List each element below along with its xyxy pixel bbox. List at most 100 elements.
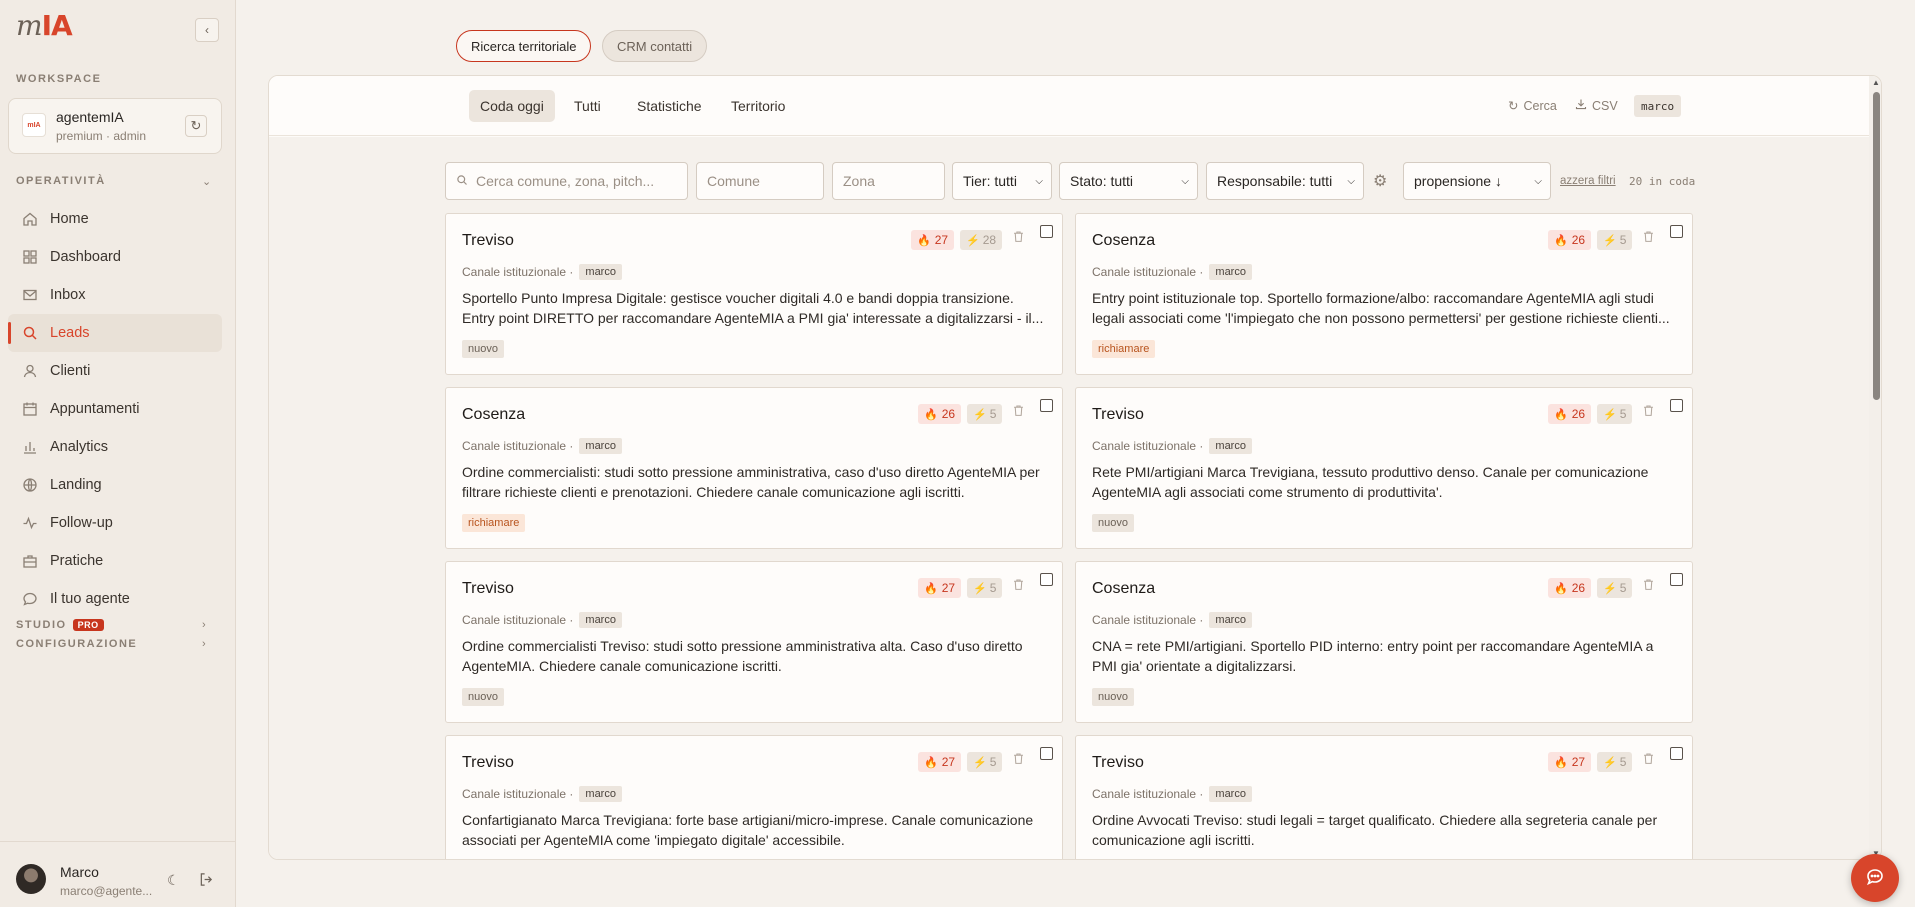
trash-icon[interactable] — [1012, 404, 1025, 420]
trash-icon[interactable] — [1012, 230, 1025, 246]
tier-select[interactable]: Tier: tutti ⌵ — [952, 162, 1052, 200]
sidebar-item-label: Inbox — [50, 287, 86, 303]
sidebar-item-pratiche[interactable]: Pratiche — [8, 542, 222, 580]
moon-icon[interactable]: ☾ — [167, 872, 180, 889]
sidebar-item-clienti[interactable]: Clienti — [8, 352, 222, 390]
studio-section[interactable]: STUDIO PRO — [16, 619, 104, 631]
tab-ricerca-territoriale[interactable]: Ricerca territoriale — [456, 30, 592, 62]
lead-card[interactable]: Treviso Canale istituzionale · marco Ret… — [1075, 387, 1693, 549]
card-channel: Canale istituzionale · marco — [462, 786, 622, 802]
card-description: Confartigianato Marca Trevigiana: forte … — [462, 812, 1034, 848]
responsabile-select-value: Responsabile: tutti — [1217, 173, 1333, 189]
search-field[interactable]: Cerca comune, zona, pitch... — [445, 162, 688, 200]
lead-card[interactable]: Treviso Canale istituzionale · marco Ord… — [1075, 735, 1693, 859]
sidebar-item-leads[interactable]: Leads — [8, 314, 222, 352]
propensity-score-value: 27 — [941, 755, 956, 769]
scrollbar[interactable]: ▲ ▼ — [1869, 76, 1881, 859]
propensity-score: 🔥 26 — [1548, 404, 1592, 424]
workspace-card[interactable]: mIA agentemIA premium · admin ↻ — [8, 98, 222, 154]
collapse-sidebar-button[interactable]: ‹ — [195, 18, 219, 42]
lead-card[interactable]: Cosenza Canale istituzionale · marco Ord… — [445, 387, 1063, 549]
queue-count: 20 in coda — [1629, 175, 1696, 188]
scroll-up-arrow[interactable]: ▲ — [1872, 78, 1880, 87]
propensity-score-value: 26 — [1571, 233, 1586, 247]
refresh-workspace-button[interactable]: ↻ — [185, 115, 207, 137]
lead-card[interactable]: Treviso Canale istituzionale · marco Con… — [445, 735, 1063, 859]
card-city: Cosenza — [1092, 580, 1156, 597]
sidebar-item-appuntamenti[interactable]: Appuntamenti — [8, 390, 222, 428]
tab-territorio[interactable]: Territorio — [720, 90, 796, 122]
lead-card[interactable]: Treviso Canale istituzionale · marco Ord… — [445, 561, 1063, 723]
card-channel: Canale istituzionale · marco — [462, 438, 622, 454]
search-button[interactable]: ↻ Cerca — [1508, 98, 1557, 114]
select-checkbox[interactable] — [1670, 399, 1683, 412]
secondary-score-value: 28 — [982, 233, 997, 247]
chevron-right-icon[interactable]: › — [202, 619, 206, 631]
trash-icon[interactable] — [1642, 752, 1655, 768]
owner-tag: marco — [1209, 264, 1252, 280]
chevron-down-icon[interactable]: ⌄ — [202, 175, 211, 188]
secondary-score: ⚡ 5 — [967, 578, 1003, 598]
propensity-score-value: 26 — [1571, 407, 1586, 421]
sidebar-item-dashboard[interactable]: Dashboard — [8, 238, 222, 276]
user-tag[interactable]: marco — [1634, 95, 1682, 117]
select-checkbox[interactable] — [1040, 747, 1053, 760]
flame-icon: 🔥 — [924, 582, 938, 595]
trash-icon[interactable] — [1642, 578, 1655, 594]
operativita-label[interactable]: OPERATIVITÀ — [16, 175, 106, 187]
tab-statistiche[interactable]: Statistiche — [626, 90, 713, 122]
chevron-right-icon[interactable]: › — [202, 638, 206, 650]
configurazione-label[interactable]: CONFIGURAZIONE — [16, 638, 137, 650]
avatar[interactable] — [16, 864, 46, 894]
sidebar-item-inbox[interactable]: Inbox — [8, 276, 222, 314]
channel-label: Canale istituzionale · — [1092, 613, 1204, 627]
tab-crm-contatti[interactable]: CRM contatti — [602, 30, 708, 62]
status-badge: nuovo — [462, 688, 504, 706]
card-city: Cosenza — [462, 406, 526, 423]
stato-select-value: Stato: tutti — [1070, 173, 1134, 189]
select-checkbox[interactable] — [1040, 573, 1053, 586]
sidebar-item-il-tuo-agente[interactable]: Il tuo agente — [8, 580, 222, 618]
flame-icon: 🔥 — [1554, 234, 1568, 247]
channel-label: Canale istituzionale · — [1092, 787, 1204, 801]
sort-select[interactable]: propensione ↓ ⌵ — [1403, 162, 1551, 200]
tab-coda-oggi[interactable]: Coda oggi — [469, 90, 555, 122]
stato-select[interactable]: Stato: tutti ⌵ — [1059, 162, 1198, 200]
brand-logo[interactable]: m IA — [16, 9, 73, 42]
zona-input[interactable]: Zona — [832, 162, 945, 200]
chat-button[interactable] — [1851, 854, 1899, 902]
sidebar-item-home[interactable]: Home — [8, 200, 222, 238]
logout-icon[interactable] — [199, 872, 214, 890]
select-checkbox[interactable] — [1670, 573, 1683, 586]
trash-icon[interactable] — [1012, 578, 1025, 594]
lead-card[interactable]: Treviso Canale istituzionale · marco Spo… — [445, 213, 1063, 375]
select-checkbox[interactable] — [1040, 399, 1053, 412]
secondary-score-value: 5 — [1619, 581, 1627, 595]
sidebar-item-label: Home — [50, 211, 89, 227]
gear-icon[interactable]: ⚙ — [1373, 171, 1387, 191]
sidebar-item-landing[interactable]: Landing — [8, 466, 222, 504]
lead-card[interactable]: Cosenza Canale istituzionale · marco CNA… — [1075, 561, 1693, 723]
trash-icon[interactable] — [1642, 230, 1655, 246]
select-checkbox[interactable] — [1670, 747, 1683, 760]
channel-label: Canale istituzionale · — [462, 265, 574, 279]
flame-icon: 🔥 — [924, 756, 938, 769]
select-checkbox[interactable] — [1040, 225, 1053, 238]
comune-input[interactable]: Comune — [696, 162, 824, 200]
globe-icon — [22, 477, 38, 493]
select-checkbox[interactable] — [1670, 225, 1683, 238]
flame-icon: 🔥 — [1554, 756, 1568, 769]
trash-icon[interactable] — [1012, 752, 1025, 768]
scroll-thumb[interactable] — [1873, 92, 1880, 400]
sidebar-item-follow-up[interactable]: Follow-up — [8, 504, 222, 542]
csv-button[interactable]: CSV — [1575, 98, 1618, 113]
lead-card[interactable]: Cosenza Canale istituzionale · marco Ent… — [1075, 213, 1693, 375]
tab-tutti[interactable]: Tutti — [563, 90, 612, 122]
studio-label: STUDIO — [16, 619, 67, 631]
trash-icon[interactable] — [1642, 404, 1655, 420]
card-channel: Canale istituzionale · marco — [1092, 438, 1252, 454]
reset-filters-link[interactable]: azzera filtri — [1560, 175, 1616, 187]
sidebar-item-analytics[interactable]: Analytics — [8, 428, 222, 466]
responsabile-select[interactable]: Responsabile: tutti ⌵ — [1206, 162, 1364, 200]
secondary-score: ⚡ 5 — [1597, 230, 1633, 250]
